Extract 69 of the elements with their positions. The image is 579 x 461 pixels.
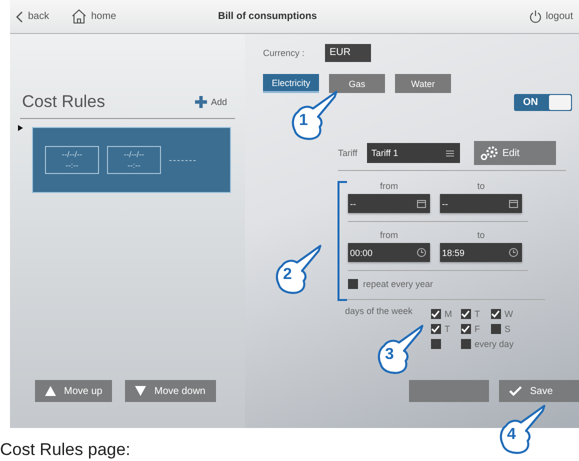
from-label: from — [379, 230, 399, 240]
day-label: M — [444, 309, 452, 319]
list-icon — [446, 150, 454, 156]
clock-icon — [509, 248, 518, 257]
callout-number: 2 — [283, 267, 292, 283]
on-off-toggle[interactable]: ON — [514, 94, 572, 111]
end-date-field[interactable]: -- — [440, 194, 522, 213]
caption-text: Cost Rules page: — [0, 440, 132, 460]
day-checkbox[interactable] — [460, 324, 471, 334]
logout-button[interactable]: logout — [528, 10, 573, 23]
date-text: --/--/-- — [124, 149, 144, 160]
clock-icon — [417, 248, 426, 257]
house-icon — [71, 9, 88, 24]
start-date-field[interactable]: -- — [348, 194, 430, 213]
plus-icon — [194, 96, 207, 108]
utility-tab[interactable]: Electricity — [263, 74, 319, 93]
day-checkbox[interactable] — [460, 339, 471, 349]
day-checkbox[interactable] — [430, 309, 441, 319]
repeat-checkbox[interactable] — [348, 279, 358, 289]
repeat-label: repeat every year — [363, 279, 434, 289]
end-time-field[interactable]: 18:59 — [440, 243, 522, 262]
checkmark-icon — [509, 386, 522, 396]
day-checkbox[interactable] — [430, 324, 441, 334]
calendar-icon — [417, 199, 426, 208]
day-label: F — [474, 324, 480, 334]
day-checkbox[interactable] — [460, 309, 471, 319]
callout-number: 4 — [507, 427, 516, 443]
save-button[interactable]: Save — [499, 380, 579, 402]
to-label: to — [476, 230, 486, 240]
power-icon — [528, 10, 542, 23]
callout-number: 1 — [299, 113, 308, 129]
tariff-label: Tariff — [338, 148, 358, 158]
page-title: Bill of consumptions — [217, 11, 318, 22]
row-pointer-icon — [18, 125, 23, 131]
home-button[interactable]: home — [71, 9, 116, 24]
tariff-select[interactable]: Tariff 1 — [367, 143, 460, 163]
add-button[interactable]: Add — [194, 96, 227, 108]
day-label: S — [504, 324, 511, 334]
day-label: T — [474, 309, 480, 319]
edit-button[interactable]: Edit — [474, 141, 556, 165]
currency-field[interactable]: EUR — [324, 44, 371, 62]
from-label: from — [379, 181, 399, 191]
tariff-placeholder-text: ------- — [169, 155, 197, 165]
move-up-button[interactable]: Move up — [35, 380, 112, 402]
utility-tab[interactable]: Gas — [329, 74, 385, 93]
time-text: --:-- — [66, 160, 78, 171]
back-button[interactable]: back — [16, 10, 50, 22]
currency-label: Currency : — [263, 48, 305, 58]
to-label: to — [476, 181, 486, 191]
chevron-left-icon — [16, 10, 24, 22]
day-checkbox[interactable] — [430, 339, 441, 349]
triangle-down-icon — [135, 386, 146, 396]
days-label: days of the week — [345, 306, 413, 318]
day-checkbox[interactable] — [490, 324, 501, 334]
day-label: T — [444, 324, 450, 334]
cost-rules-heading: Cost Rules — [22, 92, 106, 112]
date-text: --/--/-- — [62, 149, 82, 160]
start-time-field[interactable]: 00:00 — [348, 243, 430, 262]
day-checkbox[interactable] — [490, 309, 501, 319]
callout-number: 3 — [385, 347, 394, 363]
time-text: --:-- — [128, 160, 140, 171]
move-down-button[interactable]: Move down — [125, 380, 216, 402]
utility-tab[interactable]: Water — [395, 74, 451, 93]
day-label: W — [504, 309, 514, 319]
gears-icon — [480, 146, 498, 160]
calendar-icon — [509, 199, 518, 208]
day-label: every day — [474, 339, 514, 349]
triangle-up-icon — [45, 386, 56, 396]
cost-rule-row[interactable]: --/--/-- --:-- --/--/-- --:-- ------- — [32, 127, 231, 193]
